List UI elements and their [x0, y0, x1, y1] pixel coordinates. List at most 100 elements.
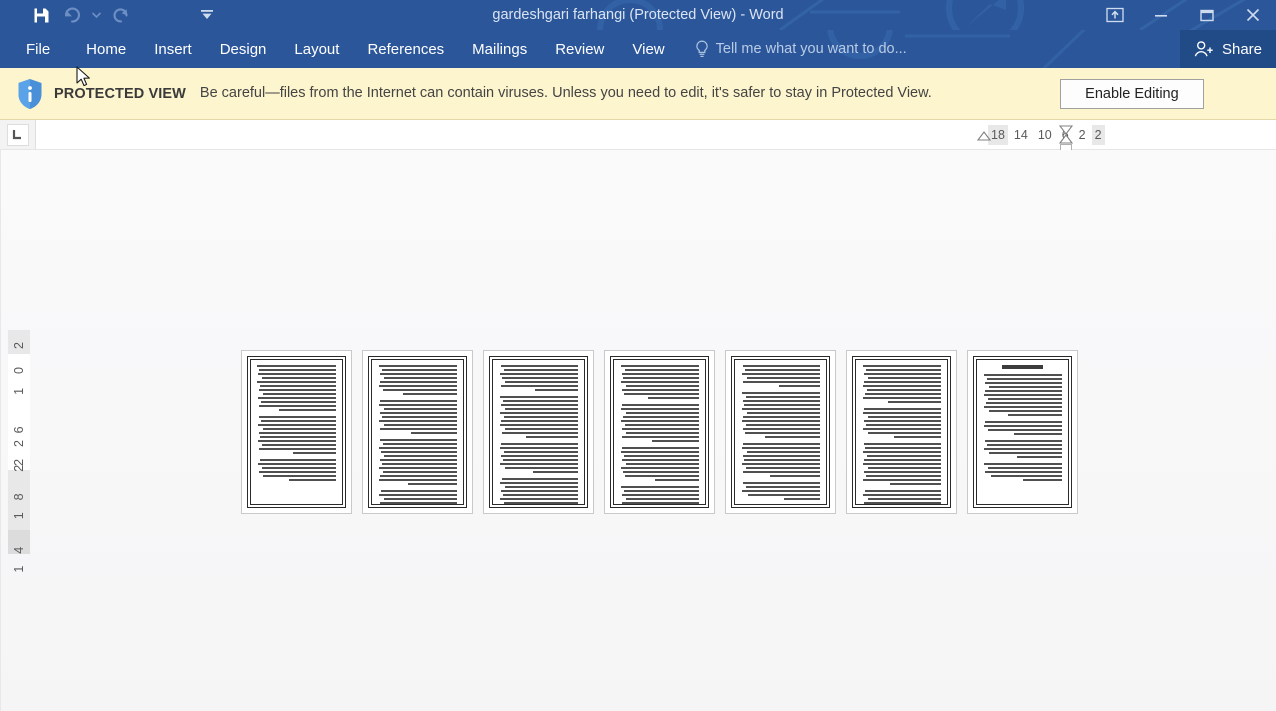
tab-view-label: View [632, 40, 665, 58]
horizontal-ruler[interactable]: 18 14 10 6 2 2 [0, 120, 1276, 150]
customize-qat-icon [201, 10, 213, 19]
page-border-outer [610, 356, 709, 508]
ribbon-tabs: File Home Insert Design Layout Reference… [0, 30, 679, 68]
restore-icon [1200, 9, 1214, 21]
page-thumbnail-3[interactable] [483, 350, 594, 514]
undo-button[interactable] [56, 2, 86, 28]
save-icon [34, 8, 48, 22]
page-border-outer [731, 356, 830, 508]
undo-dropdown-button[interactable] [86, 2, 106, 28]
tab-design-label: Design [219, 40, 267, 58]
minimize-icon [1155, 15, 1167, 17]
paragraph [620, 404, 699, 442]
tab-references-label: References [367, 40, 445, 58]
paragraph [741, 392, 820, 438]
paragraph [741, 443, 820, 477]
paragraph [741, 482, 820, 500]
paragraph [620, 447, 699, 481]
paragraph [257, 365, 336, 411]
page-thumbnail-2[interactable] [362, 350, 473, 514]
tab-file[interactable]: File [0, 30, 72, 68]
save-button[interactable] [26, 2, 56, 28]
tab-insert-label: Insert [154, 40, 192, 58]
paragraph [862, 490, 941, 504]
customize-qat-button[interactable] [192, 2, 222, 28]
paragraph [499, 478, 578, 504]
document-canvas[interactable]: 2 2 6 10 14 18 22 [0, 150, 1276, 711]
tab-home-label: Home [86, 40, 127, 58]
paragraph [257, 459, 336, 481]
redo-button[interactable] [106, 2, 136, 28]
tab-layout[interactable]: Layout [280, 30, 353, 68]
page-thumbnails [241, 350, 1078, 514]
paragraph [499, 365, 578, 391]
tab-home[interactable]: Home [72, 30, 140, 68]
close-icon [1246, 8, 1260, 22]
ruler-h-num-3: 6 [1061, 128, 1069, 142]
page-content-7 [976, 359, 1069, 505]
page-border-outer [852, 356, 951, 508]
title-bar: gardeshgari farhangi (Protected View) - … [0, 0, 1276, 30]
tab-view[interactable]: View [618, 30, 678, 68]
shield-info-icon [18, 78, 42, 109]
share-button[interactable]: Share [1179, 30, 1276, 68]
paragraph [378, 490, 457, 504]
ruler-v-nums-bottom: 14 18 22 [12, 427, 26, 573]
paragraph [378, 400, 457, 434]
paragraph [620, 365, 699, 399]
tell-me-search[interactable]: Tell me what you want to do... [679, 30, 917, 68]
paragraph [257, 416, 336, 454]
lightbulb-icon [695, 40, 708, 57]
tab-file-label: File [26, 40, 51, 58]
paragraph [499, 443, 578, 473]
page-thumbnail-4[interactable] [604, 350, 715, 514]
page-content-5 [734, 359, 827, 505]
minimize-button[interactable] [1138, 0, 1184, 30]
restore-button[interactable] [1184, 0, 1230, 30]
document-heading [1001, 365, 1044, 369]
ribbon-display-options-button[interactable] [1092, 0, 1138, 30]
ruler-h-num-4: 2 [1078, 128, 1086, 142]
protected-view-bar: PROTECTED VIEW Be careful—files from the… [0, 68, 1276, 120]
page-thumbnail-7[interactable] [967, 350, 1078, 514]
ruler-h-num-1: 14 [1013, 128, 1028, 142]
page-content-3 [492, 359, 585, 505]
tab-mailings-label: Mailings [472, 40, 528, 58]
vertical-ruler-bottom-margin: 14 18 22 [8, 428, 30, 572]
enable-editing-button[interactable]: Enable Editing [1059, 78, 1204, 109]
page-thumbnail-6[interactable] [846, 350, 957, 514]
horizontal-ruler-numbers: 18 14 10 6 2 2 [988, 120, 1105, 150]
page-thumbnail-5[interactable] [725, 350, 836, 514]
ruler-h-num-2: 10 [1037, 128, 1052, 142]
tab-selector-button[interactable] [0, 120, 36, 149]
ruler-h-num-0: 18 [988, 125, 1008, 145]
page-border-outer [247, 356, 346, 508]
tab-review[interactable]: Review [541, 30, 618, 68]
paragraph [983, 374, 1062, 416]
quick-access-toolbar [0, 0, 222, 30]
page-border-outer [368, 356, 467, 508]
ribbon-tab-bar: File Home Insert Design Layout Reference… [0, 30, 1276, 68]
tab-design[interactable]: Design [206, 30, 281, 68]
paragraph [378, 439, 457, 485]
protected-view-message: Be careful—files from the Internet can c… [199, 84, 932, 101]
page-content-1 [250, 359, 343, 505]
tab-references[interactable]: References [353, 30, 458, 68]
tell-me-placeholder: Tell me what you want to do... [715, 41, 907, 57]
tab-review-label: Review [555, 40, 605, 58]
vertical-ruler-top-margin: 2 [8, 330, 30, 354]
tab-mailings[interactable]: Mailings [458, 30, 541, 68]
horizontal-ruler-track[interactable]: 18 14 10 6 2 2 [36, 120, 1276, 150]
left-tab-stop-icon [12, 130, 21, 140]
redo-icon [112, 7, 128, 22]
tab-insert[interactable]: Insert [140, 30, 206, 68]
close-button[interactable] [1230, 0, 1276, 30]
paragraph [983, 421, 1062, 435]
page-content-6 [855, 359, 948, 505]
paragraph [862, 408, 941, 438]
page-thumbnail-1[interactable] [241, 350, 352, 514]
ruler-v-num-0: 2 [12, 335, 26, 349]
page-border-outer [973, 356, 1072, 508]
vertical-ruler[interactable]: 2 2 6 10 14 18 22 [1, 330, 37, 572]
paragraph [741, 365, 820, 387]
